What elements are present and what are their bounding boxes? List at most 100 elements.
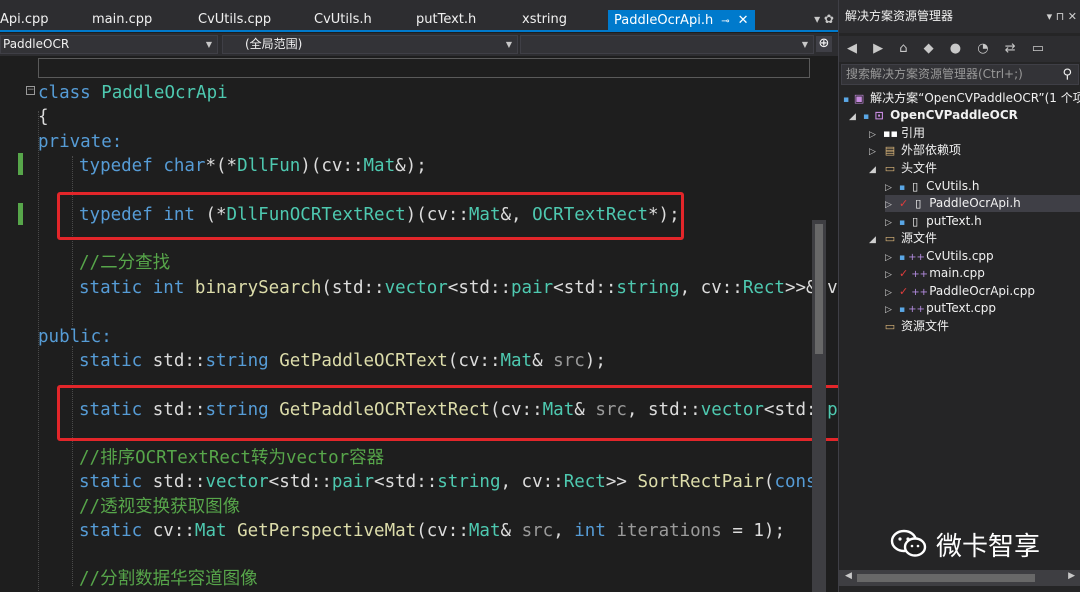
code-line: static std::string GetPaddleOCRText(cv::… (79, 350, 606, 372)
expand-icon[interactable]: ▷ (885, 267, 899, 284)
references-icon: ▪▪ (883, 127, 898, 140)
code-token: class (38, 83, 91, 103)
vertical-scrollbar[interactable] (812, 220, 826, 592)
tree-item-label: CvUtils.cpp (926, 249, 994, 263)
lock-icon: ▪ (863, 112, 870, 122)
code-token: src (553, 351, 585, 371)
lock-icon: ▪ (899, 253, 906, 263)
expand-icon[interactable]: ▷ (869, 144, 883, 161)
tree-item-references[interactable]: ▷ ▪▪ 引用 (869, 125, 925, 142)
tab-xstring[interactable]: xstring (522, 9, 567, 30)
tree-item-file[interactable]: ▷ ▪ ▯ putText.h (885, 213, 982, 230)
lock-icon: ▪ (843, 95, 850, 105)
tree-item-resource-files[interactable]: ▭ 资源文件 (883, 318, 949, 335)
cpp-file-icon: ++ (911, 269, 928, 280)
folder-icon: ▭ (884, 162, 896, 175)
close-icon[interactable]: ✕ (738, 13, 749, 28)
split-window-button[interactable]: ⊕ (816, 36, 832, 52)
highlight-box (57, 192, 684, 240)
tree-item-file[interactable]: ▷ ✓ ++PaddleOcrApi.cpp (885, 283, 1035, 300)
collapse-icon[interactable]: − (26, 86, 35, 95)
tree-item-header-files[interactable]: ◢ ▭ 头文件 (869, 160, 937, 177)
project-icon: ⊡ (874, 109, 884, 122)
code-token: (cv:: (447, 351, 501, 371)
code-token: Mat (468, 521, 501, 541)
tree-item-label: main.cpp (929, 266, 985, 280)
scroll-right-icon[interactable]: ▶ (1068, 571, 1075, 581)
code-token: pair (511, 278, 554, 298)
code-token: <std:: (553, 278, 617, 298)
code-comment: //二分查找 (79, 253, 171, 273)
tree-item-label: PaddleOcrApi.cpp (929, 284, 1036, 298)
code-token: = 1); (721, 521, 785, 541)
tree-item-solution[interactable]: ▪ ▣ 解决方案“OpenCVPaddleOCR”(1 个项 (843, 90, 1080, 107)
solution-icon: ▣ (853, 92, 865, 105)
code-token: & (532, 351, 554, 371)
code-line: static cv::Mat GetPerspectiveMat(cv::Mat… (79, 520, 785, 542)
solution-toolbar[interactable]: ◀ ▶ ⌂ ◆ ● ◔ ⇄ ▭ (839, 36, 1080, 62)
project-dropdown[interactable]: PaddleOCR ▼ (0, 35, 218, 54)
tree-item-label: 资源文件 (901, 319, 950, 333)
tree-item-file[interactable]: ▷ ▪ ++CvUtils.cpp (885, 248, 994, 265)
chevron-down-icon: ▼ (505, 40, 512, 49)
tab-paddleocrapi-h[interactable]: PaddleOcrApi.h ⊸ ✕ (608, 10, 755, 32)
code-token: & (500, 521, 522, 541)
scrollbar-thumb[interactable] (857, 574, 1035, 582)
code-token: 0 (827, 472, 839, 492)
tree-item-project[interactable]: ◢ ▪ ⊡ OpenCVPaddleOCR (849, 107, 1018, 124)
tree-item-file-selected[interactable]: ▷ ✓ ▯ PaddleOcrApi.h (885, 195, 1080, 212)
tree-item-label: CvUtils.h (926, 179, 980, 193)
expand-icon[interactable]: ▷ (885, 302, 899, 319)
code-token: , (553, 521, 575, 541)
horizontal-scrollbar[interactable]: ◀ ▶ (839, 570, 1080, 586)
search-icon[interactable]: ⚲ (1062, 65, 1072, 84)
tab-overflow-icon[interactable]: ▾ ✿ (814, 12, 834, 26)
tree-item-label: 外部依赖项 (901, 143, 962, 157)
expand-icon[interactable]: ▷ (885, 197, 899, 214)
code-token: >> (605, 472, 638, 492)
solution-tree[interactable]: ▪ ▣ 解决方案“OpenCVPaddleOCR”(1 个项 ◢ ▪ ⊡ OpenCVPa… (839, 90, 1080, 570)
tree-item-source-files[interactable]: ◢ ▭ 源文件 (869, 230, 937, 247)
code-token: (cv:: (416, 521, 469, 541)
editor-top-strip (38, 58, 810, 78)
header-file-icon: ▯ (915, 197, 922, 210)
code-token: DllFun (237, 156, 301, 176)
tab-cvutils-h[interactable]: CvUtils.h (314, 9, 372, 30)
code-token: ); (584, 351, 606, 371)
code-token: )(cv:: (300, 156, 364, 176)
tab-main-cpp[interactable]: main.cpp (92, 9, 152, 30)
code-token: int (152, 278, 185, 298)
tree-item-file[interactable]: ▷ ▪ ▯ CvUtils.h (885, 178, 979, 195)
tab-api-cpp[interactable]: Api.cpp (0, 9, 49, 30)
expand-icon[interactable]: ◢ (869, 232, 883, 249)
tab-cvutils-cpp[interactable]: CvUtils.cpp (198, 9, 271, 30)
tree-item-label: OpenCVPaddleOCR (890, 108, 1018, 122)
tree-item-file[interactable]: ▷ ✓ ++main.cpp (885, 265, 985, 282)
tab-puttext-h[interactable]: putText.h (416, 9, 476, 30)
header-file-icon: ▯ (912, 180, 919, 193)
expand-icon[interactable]: ◢ (869, 162, 883, 179)
code-token: Mat (500, 351, 533, 371)
code-token: std:: (152, 351, 206, 371)
code-token: std:: (152, 472, 206, 492)
tree-item-external-deps[interactable]: ▷ ▤ 外部依赖项 (869, 142, 961, 159)
scroll-left-icon[interactable]: ◀ (845, 571, 852, 581)
expand-icon[interactable]: ◢ (849, 109, 863, 126)
member-dropdown[interactable]: ▼ (520, 35, 814, 54)
code-token: Mat (363, 156, 396, 176)
pin-icon[interactable]: ⊸ (721, 16, 729, 27)
code-token: GetPaddleOCRText (279, 351, 448, 371)
tree-item-file[interactable]: ▷ ▪ ++putText.cpp (885, 300, 996, 317)
navigation-bar: PaddleOCR ▼ (全局范围) ▼ ▼ ⊕ (0, 33, 838, 56)
code-token: pair (331, 472, 375, 492)
code-token: static (79, 521, 143, 541)
scope-dropdown[interactable]: (全局范围) ▼ (222, 35, 518, 54)
indent-guide (72, 156, 73, 326)
scrollbar-thumb[interactable] (815, 224, 823, 354)
code-token: static (79, 351, 143, 371)
code-token: , cv:: (679, 278, 743, 298)
code-editor[interactable]: − class PaddleOcrApi { private: typedef … (0, 56, 838, 592)
chevron-down-icon: ▼ (801, 40, 808, 49)
solution-search-input[interactable]: 搜索解决方案资源管理器(Ctrl+;) ⚲ (841, 64, 1079, 85)
panel-window-controls[interactable]: ▾ ⊓ ✕ (1047, 0, 1077, 33)
